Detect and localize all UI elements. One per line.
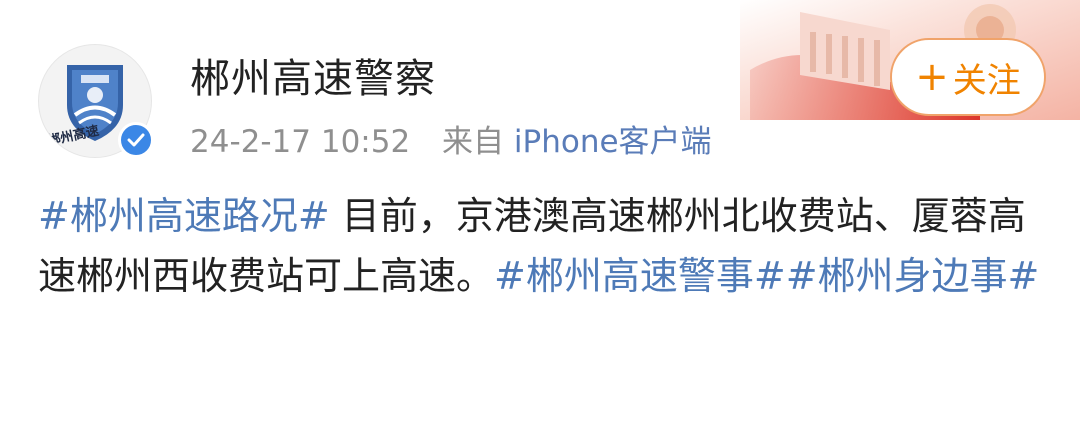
hashtag-police-affairs[interactable]: #郴州高速警事# [494,254,786,298]
follow-label: 关注 [952,60,1021,101]
via-label: 来自 [442,124,505,160]
via-app-link[interactable]: iPhone客户端 [514,124,712,160]
hashtag-local-news[interactable]: #郴州身边事# [786,254,1040,298]
hashtag-road-conditions[interactable]: #郴州高速路况# [38,194,330,238]
verified-check-icon [118,122,154,158]
follow-button[interactable]: + 关注 [890,38,1046,116]
plus-icon: + [915,54,949,100]
post-body: #郴州高速路况# 目前，京港澳高速郴州北收费站、厦蓉高速郴州西收费站可上高速。#… [38,186,1050,306]
weibo-post: 郴州高速 郴州高速警察 24-2-17 10:52 来自 iPhone客户端 +… [0,0,1080,424]
account-name[interactable]: 郴州高速警察 [190,46,436,104]
post-meta: 24-2-17 10:52 来自 iPhone客户端 [190,116,712,161]
post-timestamp: 24-2-17 10:52 [190,124,411,160]
